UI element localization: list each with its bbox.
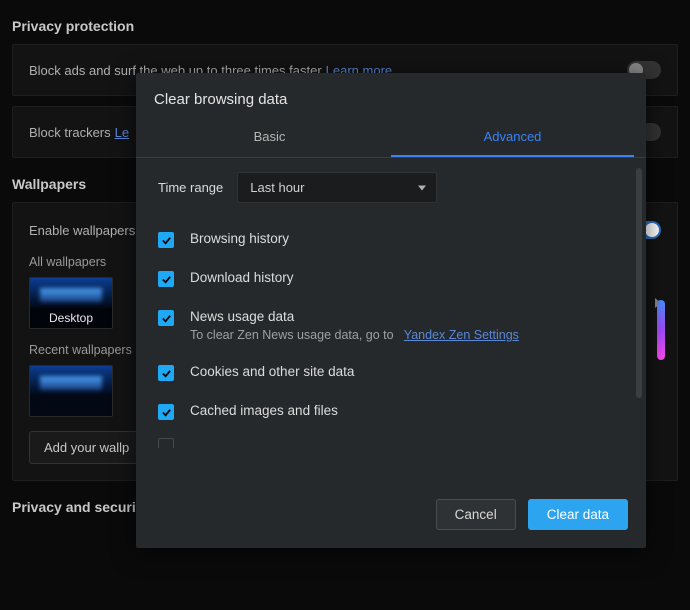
dialog-title: Clear browsing data	[136, 73, 646, 120]
partial-next-row	[158, 432, 624, 448]
wallpaper-thumb-desktop[interactable]: Desktop	[29, 277, 113, 329]
time-range-label: Time range	[158, 180, 223, 195]
yandex-zen-settings-link[interactable]: Yandex Zen Settings	[404, 328, 519, 342]
dialog-footer: Cancel Clear data	[136, 487, 646, 548]
checkbox-browsing-history[interactable]	[158, 232, 174, 248]
block-trackers-learn-more-link[interactable]: Le	[115, 125, 129, 140]
section-title-privacy-protection: Privacy protection	[12, 10, 678, 44]
wallpaper-thumb-label: Desktop	[30, 308, 112, 328]
item-cookies-label: Cookies and other site data	[190, 364, 354, 379]
wallpaper-thumb-recent[interactable]	[29, 365, 113, 417]
tab-basic[interactable]: Basic	[148, 120, 391, 157]
enable-wallpapers-label: Enable wallpapers	[29, 223, 135, 238]
time-range-select[interactable]: Last hour	[237, 172, 437, 203]
checkbox-cookies[interactable]	[158, 365, 174, 381]
add-wallpaper-button[interactable]: Add your wallp	[29, 431, 144, 464]
dialog-tabs: Basic Advanced	[136, 120, 646, 158]
clear-data-button[interactable]: Clear data	[528, 499, 628, 530]
cancel-button[interactable]: Cancel	[436, 499, 516, 530]
checkbox-cache[interactable]	[158, 404, 174, 420]
wallpaper-accent-strip	[657, 300, 665, 360]
item-browsing-history-label: Browsing history	[190, 231, 289, 246]
dialog-scrollbar[interactable]	[636, 168, 642, 398]
checkbox-download-history[interactable]	[158, 271, 174, 287]
item-cache-label: Cached images and files	[190, 403, 338, 418]
block-trackers-label: Block trackers	[29, 125, 111, 140]
item-news-usage-sub: To clear Zen News usage data, go to	[190, 328, 394, 342]
tab-advanced[interactable]: Advanced	[391, 120, 634, 157]
chevron-down-icon	[418, 185, 426, 190]
checkbox-news-usage[interactable]	[158, 310, 174, 326]
dialog-body: Time range Last hour Browsing history Do…	[136, 158, 646, 487]
item-download-history-label: Download history	[190, 270, 294, 285]
item-news-usage-label: News usage data	[190, 309, 519, 324]
clear-browsing-data-dialog: Clear browsing data Basic Advanced Time …	[136, 73, 646, 548]
time-range-value: Last hour	[250, 180, 304, 195]
checkbox-next-partial[interactable]	[158, 438, 174, 449]
